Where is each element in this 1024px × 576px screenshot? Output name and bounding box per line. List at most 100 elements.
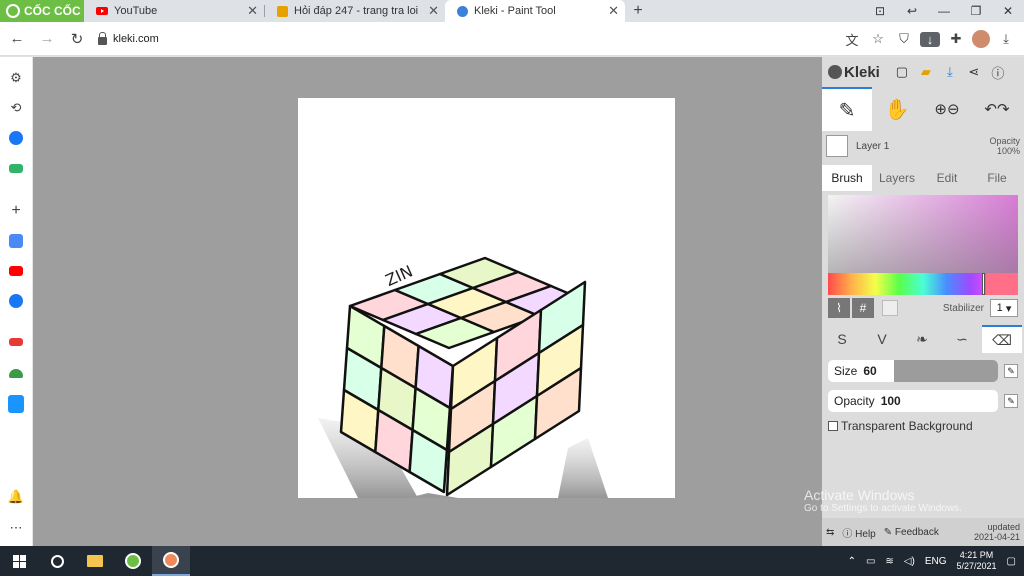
address-bar[interactable]: kleki.com — [98, 26, 818, 52]
back-button[interactable]: ← — [4, 30, 30, 47]
forward-button[interactable]: → — [34, 30, 60, 47]
size-pressure-icon[interactable]: ✎ — [1004, 364, 1018, 378]
swap-side-icon[interactable]: ⇆ — [826, 527, 834, 538]
game-controller-icon[interactable] — [7, 159, 25, 177]
youtube-sidebar-icon[interactable] — [7, 262, 25, 280]
sketchy-brush-icon[interactable]: ❧ — [902, 325, 942, 353]
tab-layers[interactable]: Layers — [872, 165, 922, 191]
hat-icon[interactable] — [7, 364, 25, 382]
minimize-button[interactable]: — — [928, 0, 960, 22]
vtv-icon[interactable] — [7, 333, 25, 351]
translate-icon[interactable]: 文 — [842, 30, 862, 49]
close-tab-icon[interactable]: ✕ — [608, 3, 619, 19]
notification-center-icon[interactable]: ▢ — [1007, 556, 1016, 567]
search-button[interactable] — [38, 546, 76, 576]
kleki-panel: Kleki ▢ ▰ ⤓ ⋖ ⓘ ✎ ✋ ⊕⊖ ↶↷ Layer 1 Opacit… — [804, 57, 1024, 546]
help-link[interactable]: ⓘ Help — [842, 525, 875, 540]
stabilizer-value: 1 — [996, 302, 1003, 314]
color-picker-square[interactable] — [828, 195, 1018, 273]
tab-kleki[interactable]: Kleki - Paint Tool ✕ — [445, 0, 625, 22]
restore-button[interactable]: ❐ — [960, 0, 992, 22]
kleki-taskbar-button[interactable] — [152, 546, 190, 576]
notification-bell-icon[interactable]: 🔔 — [7, 488, 25, 506]
coccoc-menu-button[interactable]: CỐC CỐC — [0, 0, 84, 22]
undo-redo-icon[interactable]: ↶↷ — [972, 87, 1022, 131]
close-window-button[interactable]: ✕ — [992, 0, 1024, 22]
color-control-row: ⌇ # Stabilizer 1 ▾ — [828, 297, 1018, 319]
volume-icon[interactable]: ◁) — [904, 556, 915, 567]
transparent-background-checkbox[interactable] — [828, 421, 838, 431]
new-image-icon[interactable]: ▢ — [892, 62, 912, 82]
tab-file[interactable]: File — [972, 165, 1022, 191]
facebook-icon[interactable] — [7, 292, 25, 310]
start-button[interactable] — [0, 546, 38, 576]
url-text[interactable]: kleki.com — [113, 33, 159, 45]
open-folder-icon[interactable]: ▰ — [916, 62, 936, 82]
history-icon[interactable]: ⟲ — [7, 99, 25, 117]
windows-logo-icon — [12, 554, 26, 568]
new-tab-button[interactable]: + — [625, 0, 651, 22]
youtube-icon — [96, 7, 108, 15]
stabilizer-select[interactable]: 1 ▾ — [990, 299, 1018, 317]
hand-tool-icon[interactable]: ✋ — [872, 87, 922, 131]
eraser-icon[interactable]: ⌫ — [982, 325, 1022, 353]
tab-title: Kleki - Paint Tool — [474, 5, 556, 17]
language-indicator[interactable]: ENG — [925, 556, 947, 567]
kleki-header: Kleki ▢ ▰ ⤓ ⋖ ⓘ — [822, 57, 1024, 87]
opacity-slider[interactable]: Opacity 100 — [828, 390, 998, 412]
clock[interactable]: 4:21 PM 5/27/2021 — [957, 550, 997, 572]
messenger-icon[interactable] — [7, 129, 25, 147]
back-arrow-icon[interactable]: ↩ — [896, 0, 928, 22]
cube-drawing: ZIN — [318, 256, 608, 498]
close-tab-icon[interactable]: ✕ — [428, 3, 439, 19]
transparent-background-toggle[interactable]: Transparent Background — [828, 419, 973, 433]
drawing-canvas[interactable]: ZIN — [298, 98, 675, 498]
stabilizer-label: Stabilizer — [942, 302, 984, 314]
zoom-icon[interactable]: ⊕⊖ — [922, 87, 972, 131]
help-circle-icon[interactable]: ⓘ — [988, 62, 1008, 82]
panel-footer: ⇆ ⓘ Help ✎ Feedback updated 2021-04-21 — [822, 518, 1024, 546]
opacity-pressure-icon[interactable]: ✎ — [1004, 394, 1018, 408]
brush-tool-icon[interactable]: ✎ — [822, 87, 872, 131]
layer-preview-row[interactable]: Layer 1 Opacity 100% — [822, 131, 1024, 161]
blend-brush-icon[interactable]: V — [862, 325, 902, 353]
tab-brush[interactable]: Brush — [822, 165, 872, 191]
downloads-icon[interactable]: ⤓ — [996, 31, 1016, 47]
reload-button[interactable]: ↻ — [64, 30, 90, 48]
hex-input-button[interactable]: # — [852, 298, 874, 318]
feedback-link[interactable]: ✎ Feedback — [884, 527, 939, 538]
bookmark-star-icon[interactable]: ☆ — [868, 31, 888, 47]
profile-avatar[interactable] — [972, 30, 990, 48]
eyedropper-icon[interactable]: ⌇ — [828, 298, 850, 318]
battery-icon[interactable]: ▭ — [866, 556, 875, 567]
more-options-icon[interactable]: ⋯ — [7, 519, 25, 537]
tab-search-icon[interactable]: ⊡ — [864, 0, 896, 22]
brush-type-row: S V ❧ ∽ ⌫ — [822, 325, 1024, 353]
download-box-icon[interactable]: ↓ — [920, 31, 940, 47]
save-download-icon[interactable]: ⤓ — [940, 62, 960, 82]
wifi-icon[interactable]: ≋ — [885, 556, 893, 567]
translate-sidebar-icon[interactable] — [7, 232, 25, 250]
add-sidebar-icon[interactable]: + — [7, 202, 25, 220]
selected-color-swatch — [986, 273, 1018, 295]
smudge-brush-icon[interactable]: ∽ — [942, 325, 982, 353]
tab-youtube[interactable]: YouTube ✕ — [84, 0, 264, 22]
file-explorer-button[interactable] — [76, 546, 114, 576]
settings-gear-icon[interactable]: ⚙ — [7, 69, 25, 87]
tiki-icon[interactable] — [7, 395, 25, 413]
share-icon[interactable]: ⋖ — [964, 62, 984, 82]
pen-brush-icon[interactable]: S — [822, 325, 862, 353]
tray-chevron-icon[interactable]: ⌃ — [848, 556, 856, 567]
tab-hoidap[interactable]: Hỏi đáp 247 - trang tra loi ✕ — [265, 0, 445, 22]
close-tab-icon[interactable]: ✕ — [247, 3, 258, 19]
kleki-logo[interactable]: Kleki — [828, 64, 880, 81]
hue-slider[interactable] — [828, 273, 1018, 295]
canvas-area[interactable]: ZIN — [33, 57, 822, 546]
tab-edit[interactable]: Edit — [922, 165, 972, 191]
shield-icon[interactable]: ⛉ — [894, 31, 914, 47]
extensions-puzzle-icon[interactable]: ✚ — [946, 31, 966, 47]
coccoc-taskbar-button[interactable] — [114, 546, 152, 576]
size-slider[interactable]: Size 60 — [828, 360, 998, 382]
hue-slider-handle[interactable] — [982, 273, 985, 295]
secondary-color-swatch[interactable] — [882, 300, 898, 316]
